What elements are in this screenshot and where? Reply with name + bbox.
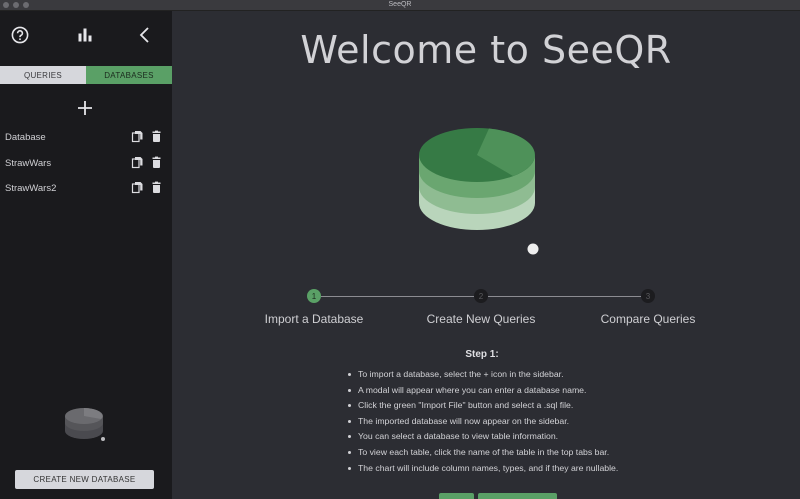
instruction-item: Click the green "Import File" button and… (348, 398, 768, 414)
sidebar-top-icons (0, 25, 172, 65)
sidebar-tabs: QUERIES DATABASES (0, 66, 172, 84)
instruction-item: The imported database will now appear on… (348, 414, 768, 430)
copy-icon[interactable] (131, 181, 144, 194)
step-3-label: Compare Queries (600, 312, 696, 326)
back-button[interactable] (439, 493, 474, 499)
step-connector (321, 296, 474, 297)
database-list-item: StrawWars2 (0, 179, 172, 205)
bar-chart-icon[interactable] (75, 25, 95, 45)
window-title: SeeQR (388, 1, 412, 8)
step-2-label: Create New Queries (426, 312, 536, 326)
database-name[interactable]: Database (5, 132, 46, 143)
step-1-indicator[interactable]: 1 (307, 289, 321, 303)
database-list-item: StrawWars (0, 154, 172, 180)
tab-queries[interactable]: QUERIES (0, 66, 86, 84)
database-name[interactable]: StrawWars2 (5, 183, 56, 194)
copy-icon[interactable] (131, 130, 144, 143)
copy-icon[interactable] (131, 156, 144, 169)
instruction-item: A modal will appear where you can enter … (348, 383, 768, 399)
chevron-left-icon[interactable] (135, 25, 155, 45)
onboarding-stepper: 1 2 3 Import a Database Create New Queri… (172, 289, 800, 329)
instruction-item: To view each table, click the name of th… (348, 445, 768, 461)
database-list: Database StrawWars StrawWars2 (0, 128, 172, 205)
page-title: Welcome to SeeQR (300, 28, 672, 72)
step-1-label: Import a Database (264, 312, 364, 326)
main-panel: Welcome to SeeQR 1 2 3 Import a Database… (172, 11, 800, 499)
window-titlebar: SeeQR (0, 0, 800, 11)
instructions-list: To import a database, select the + icon … (348, 367, 768, 476)
trash-icon[interactable] (150, 156, 163, 169)
database-list-item: Database (0, 128, 172, 154)
seeqr-logo-large (417, 111, 545, 261)
trash-icon[interactable] (150, 181, 163, 194)
trash-icon[interactable] (150, 130, 163, 143)
plus-icon (78, 101, 92, 115)
sidebar: QUERIES DATABASES Database StrawWars Str… (0, 11, 172, 499)
create-new-database-button[interactable]: CREATE NEW DATABASE (15, 470, 154, 489)
tab-databases[interactable]: DATABASES (86, 66, 172, 84)
instruction-item: The chart will include column names, typ… (348, 461, 768, 477)
step-2-indicator[interactable]: 2 (474, 289, 488, 303)
step-title: Step 1: (465, 349, 499, 360)
help-circle-icon[interactable] (10, 25, 30, 45)
next-button[interactable] (478, 493, 557, 499)
step-connector (488, 296, 641, 297)
database-name[interactable]: StrawWars (5, 158, 51, 169)
instruction-item: To import a database, select the + icon … (348, 367, 768, 383)
add-database-button[interactable] (76, 99, 94, 117)
seeqr-logo-small (62, 401, 108, 449)
instruction-item: You can select a database to view table … (348, 429, 768, 445)
step-3-indicator[interactable]: 3 (641, 289, 655, 303)
